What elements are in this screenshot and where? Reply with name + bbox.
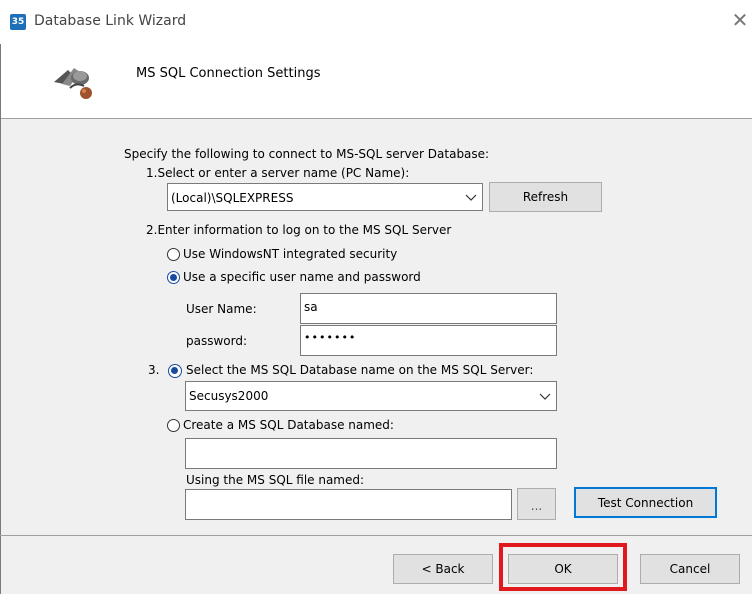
radio-specific-user-label[interactable]: Use a specific user name and password	[183, 270, 421, 284]
database-connect-icon	[50, 60, 98, 100]
app-icon: 35	[10, 14, 26, 30]
password-field[interactable]: •••••••	[300, 325, 557, 356]
step1-label: 1.Select or enter a server name (PC Name…	[146, 166, 410, 180]
intro-text: Specify the following to connect to MS-S…	[124, 147, 490, 161]
cancel-button-label: Cancel	[669, 562, 711, 576]
radio-create-db[interactable]	[167, 419, 180, 432]
database-combo[interactable]: Secusys2000	[185, 381, 557, 411]
password-value: •••••••	[304, 331, 357, 344]
radio-create-db-label[interactable]: Create a MS SQL Database named:	[183, 418, 394, 432]
file-field[interactable]	[185, 489, 512, 520]
browse-button-label: ...	[530, 499, 543, 513]
browse-button[interactable]: ...	[517, 488, 556, 520]
radio-windows-nt-label[interactable]: Use WindowsNT integrated security	[183, 247, 397, 261]
radio-specific-user[interactable]	[167, 271, 180, 284]
footer-separator	[0, 535, 752, 536]
refresh-button-label: Refresh	[522, 190, 569, 204]
step2-label: 2.Enter information to log on to the MS …	[146, 223, 452, 237]
username-label: User Name:	[186, 302, 257, 316]
ok-highlight-box	[499, 543, 627, 591]
file-label: Using the MS SQL file named:	[186, 473, 365, 487]
cancel-button[interactable]: Cancel	[640, 554, 740, 584]
radio-select-db-label[interactable]: Select the MS SQL Database name on the M…	[186, 363, 533, 377]
window-border	[0, 44, 1, 594]
window-title: Database Link Wizard	[34, 13, 187, 29]
back-button-label: < Back	[421, 562, 465, 576]
database-value: Secusys2000	[189, 389, 269, 403]
server-name-value: (Local)\SQLEXPRESS	[171, 191, 294, 205]
password-label: password:	[186, 334, 248, 348]
header-title: MS SQL Connection Settings	[136, 66, 321, 81]
step3-number: 3.	[148, 363, 160, 377]
username-value: sa	[304, 300, 318, 314]
test-connection-label: Test Connection	[597, 496, 694, 510]
back-button[interactable]: < Back	[393, 554, 493, 584]
chevron-down-icon[interactable]	[534, 382, 556, 410]
chevron-down-icon[interactable]	[460, 184, 482, 210]
test-connection-button[interactable]: Test Connection	[574, 487, 717, 518]
refresh-button[interactable]: Refresh	[489, 182, 602, 212]
close-icon[interactable]: ✕	[730, 10, 750, 30]
radio-select-db[interactable]	[168, 364, 182, 378]
username-field[interactable]: sa	[300, 293, 557, 324]
create-db-field[interactable]	[185, 438, 557, 469]
wizard-header	[0, 44, 752, 119]
server-name-combo[interactable]: (Local)\SQLEXPRESS	[167, 183, 483, 211]
radio-windows-nt[interactable]	[167, 248, 180, 261]
